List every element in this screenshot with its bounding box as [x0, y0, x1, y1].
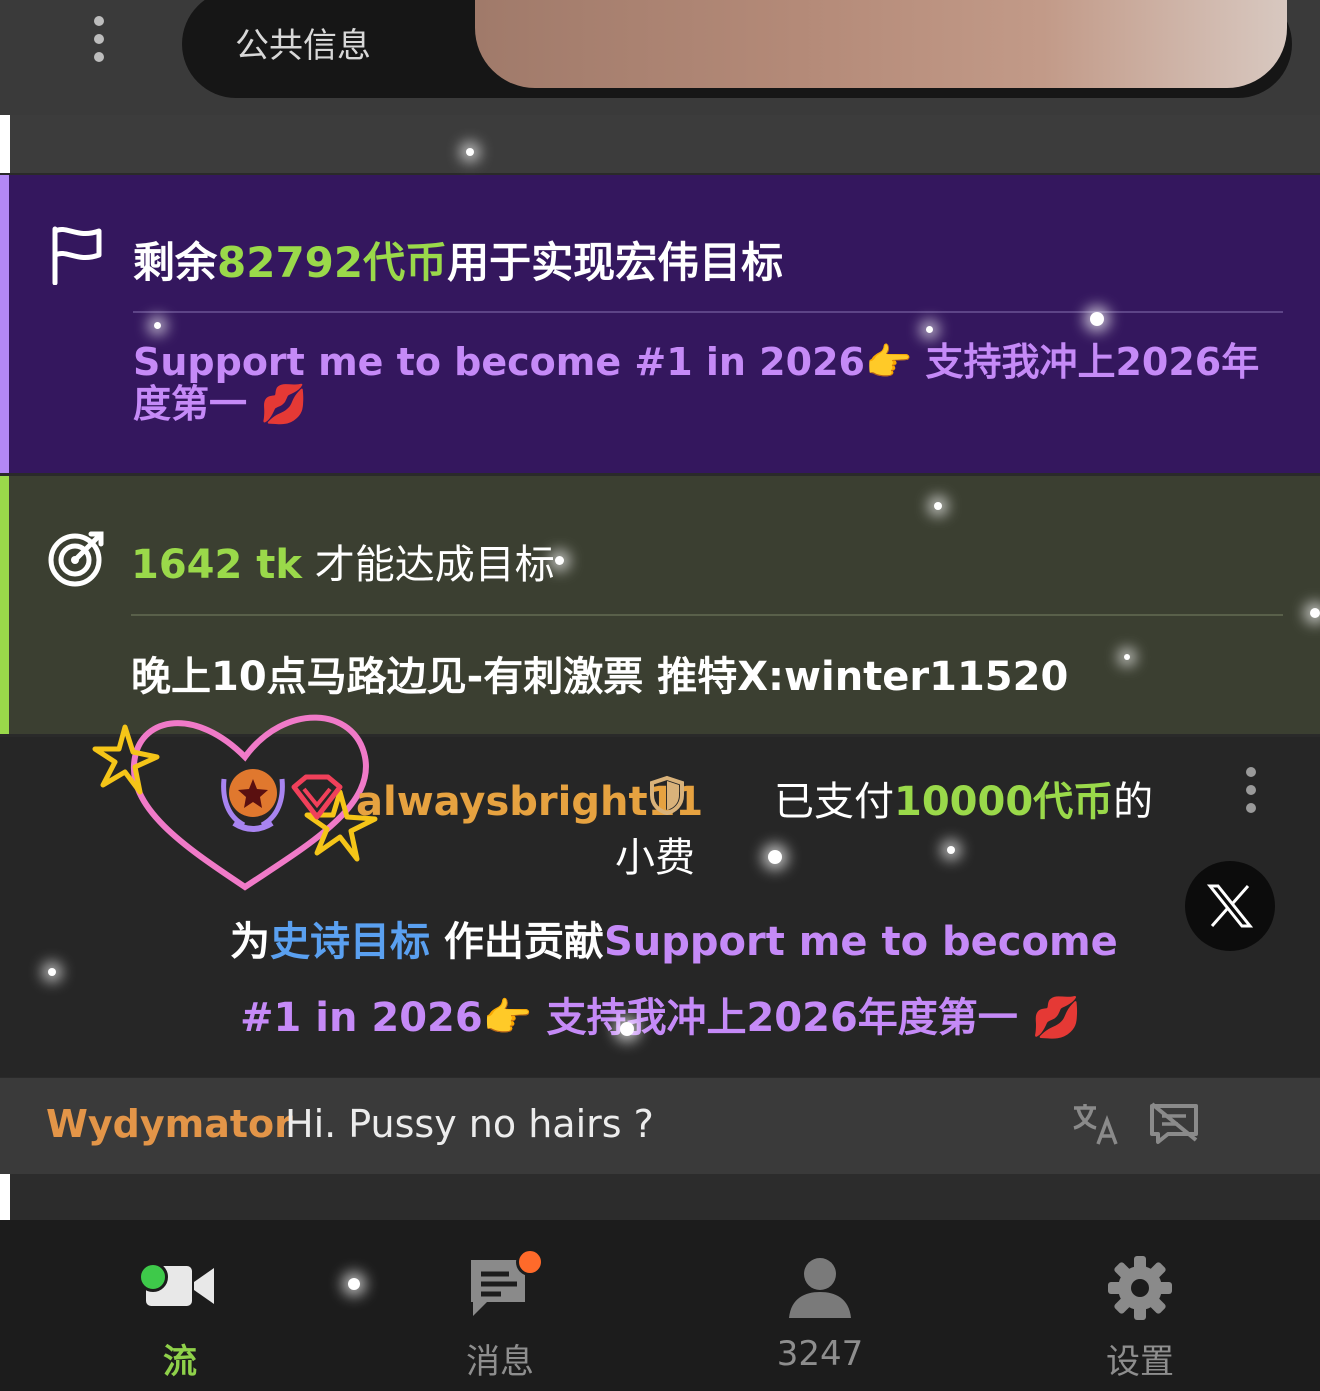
sparkle: [48, 968, 56, 976]
chat-message-text: Hi. Pussy no hairs ?: [285, 1102, 654, 1146]
goal-text-2: #1 in 2026👉 支持我冲上2026年度第一 💋: [240, 995, 1082, 1041]
stream-chat-screen: 公共信息 剩余82792代币用于实现宏伟目标 Support me to bec…: [0, 0, 1320, 1391]
sparkle: [1124, 654, 1130, 660]
target-amount: 1642 tk: [131, 542, 302, 588]
sparkle: [934, 502, 942, 510]
divider: [131, 614, 1283, 616]
public-info-label[interactable]: 公共信息: [235, 18, 371, 67]
scroll-indicator: [0, 115, 10, 173]
sparkle: [947, 846, 955, 854]
chat-username[interactable]: Wydymator: [46, 1102, 293, 1146]
flag-icon: [52, 226, 102, 285]
sparkle: [926, 326, 933, 333]
video-preview[interactable]: [475, 0, 1287, 88]
chat-message-row: Wydymator Hi. Pussy no hairs ?: [0, 1078, 1320, 1174]
tip-message-card: alwaysbright11 已支付10000代币的 小费 为史诗目标 作出贡献…: [0, 714, 1320, 1077]
x-logo-button[interactable]: [1185, 861, 1275, 951]
sparkle: [348, 1278, 360, 1290]
translate-icon[interactable]: [1070, 1100, 1120, 1146]
hide-message-icon[interactable]: [1148, 1100, 1200, 1146]
live-dot: [138, 1262, 168, 1292]
tip-line-1: alwaysbright11 已支付10000代币的: [356, 769, 1153, 827]
goal-description: Support me to become #1 in 2026👉 支持我冲上20…: [133, 340, 1260, 426]
message-options-icon[interactable]: [1241, 767, 1261, 817]
sparkle: [466, 148, 474, 156]
sparkle: [1090, 312, 1104, 326]
previous-message-strip: [0, 115, 1320, 173]
target-title-suffix: 才能达成目标: [301, 542, 555, 588]
goal-title: 剩余82792代币用于实现宏伟目标: [133, 229, 783, 290]
divider: [133, 311, 1283, 313]
nav-viewers[interactable]: 3247: [720, 1220, 920, 1391]
tip-paid-prefix: 已支付: [761, 779, 894, 825]
contribute-mid: 作出贡献: [430, 919, 604, 965]
tip-line-3: 为史诗目标 作出贡献Support me to become: [230, 909, 1118, 967]
shield-icon: [650, 775, 684, 815]
sparkle: [154, 322, 161, 329]
top-bar: 公共信息: [0, 0, 1320, 115]
star-badge-icon: [221, 769, 285, 832]
target-icon: [48, 531, 104, 587]
sparkle: [768, 850, 782, 864]
contribute-prefix: 为: [230, 919, 270, 965]
nav-settings[interactable]: 设置: [1040, 1220, 1240, 1391]
gear-icon: [1108, 1256, 1172, 1320]
tip-line-2: 小费: [615, 835, 695, 881]
x-logo-icon: [1206, 884, 1254, 928]
tip-paid-suffix: 的: [1113, 779, 1154, 825]
nav-messages-label: 消息: [466, 1342, 534, 1382]
person-icon: [789, 1258, 851, 1318]
viewers-count: 3247: [776, 1334, 864, 1374]
sparkle: [1310, 608, 1320, 618]
scroll-indicator: [0, 1174, 10, 1220]
tip-amount: 10000代币: [893, 779, 1114, 825]
nav-stream-label: 流: [163, 1342, 197, 1382]
diamond-badge-icon: [291, 774, 343, 820]
bottom-nav: 流 消息 3247 设置: [0, 1220, 1320, 1391]
nav-settings-label: 设置: [1106, 1342, 1174, 1382]
target-card: 1642 tk 才能达成目标 晚上10点马路边见-有刺激票 推特X:winter…: [0, 476, 1320, 734]
target-description: 晚上10点马路边见-有刺激票 推特X:winter11520: [131, 654, 1069, 700]
kebab-menu-icon[interactable]: [90, 16, 108, 66]
sparkle: [620, 1022, 634, 1036]
next-message-strip: [0, 1174, 1320, 1220]
goal-card: 剩余82792代币用于实现宏伟目标 Support me to become #…: [0, 175, 1320, 473]
goal-title-suffix: 用于实现宏伟目标: [447, 238, 784, 287]
goal-title-prefix: 剩余: [133, 238, 218, 287]
target-title: 1642 tk 才能达成目标: [131, 532, 555, 590]
nav-messages[interactable]: 消息: [400, 1220, 600, 1391]
goal-tokens-left: 82792代币: [217, 238, 448, 287]
epic-goal-link[interactable]: 史诗目标: [270, 919, 430, 965]
sparkle: [555, 556, 564, 565]
goal-text-1: Support me to become: [603, 919, 1118, 965]
notification-dot: [516, 1248, 544, 1276]
nav-stream[interactable]: 流: [80, 1220, 280, 1391]
